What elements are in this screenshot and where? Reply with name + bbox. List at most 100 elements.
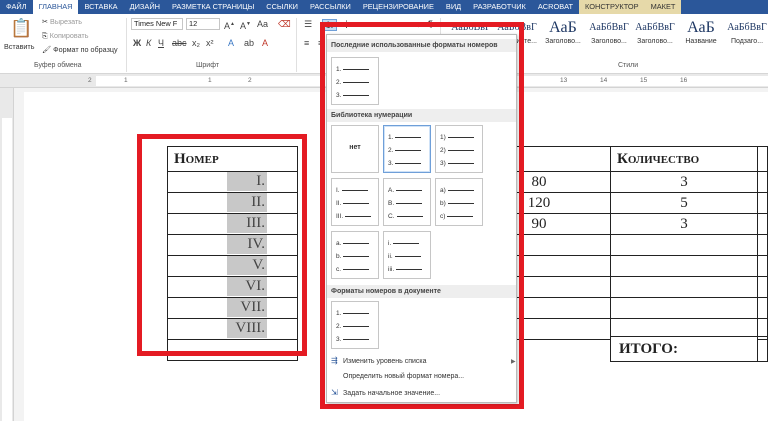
table-cell[interactable] <box>757 146 768 172</box>
none-label: нет <box>349 144 361 151</box>
style-item[interactable]: АаБ Название <box>678 18 724 60</box>
italic-icon[interactable]: К <box>146 38 151 48</box>
thumb-line: b) <box>440 200 474 207</box>
recent-format-thumb[interactable]: 1. 2. 3. <box>331 57 379 105</box>
list-marker: 2. <box>388 147 394 154</box>
list-marker: 1. <box>388 134 394 141</box>
ribbon-separator <box>126 18 127 72</box>
numbering-dropdown: Последние использованные форматы номеров… <box>326 34 517 403</box>
thumb-line: I. <box>336 187 368 194</box>
quantity-cell[interactable]: 5 <box>610 192 758 214</box>
style-item[interactable]: АаБбВвГ Заголово... <box>586 18 632 60</box>
change-list-level-item[interactable]: ⇶ Изменить уровень списка <box>331 355 427 367</box>
format-alpha-paren[interactable]: a) b) c) <box>435 178 483 226</box>
highlight-icon[interactable]: ab <box>244 38 254 48</box>
strikethrough-icon[interactable]: abc <box>172 38 187 48</box>
table-cell[interactable] <box>757 234 768 256</box>
thumb-line: III. <box>336 213 372 220</box>
format-alpha-upper[interactable]: A. B. C. <box>383 178 431 226</box>
tab-7[interactable]: РЕЦЕНЗИРОВАНИЕ <box>357 0 440 14</box>
tab-6[interactable]: РАССЫЛКИ <box>304 0 357 14</box>
table-cell[interactable] <box>610 234 758 256</box>
table-cell[interactable] <box>757 171 768 193</box>
list-marker: 3. <box>388 160 394 167</box>
tab-8[interactable]: ВИД <box>440 0 467 14</box>
set-start-value-item[interactable]: ⇲ Задать начальное значение... <box>331 387 440 399</box>
table-cell[interactable] <box>757 276 768 298</box>
table-cell[interactable] <box>610 276 758 298</box>
define-new-format-item[interactable]: Определить новый формат номера... <box>331 371 464 383</box>
style-name: Заголово... <box>637 38 673 45</box>
quantity-cell[interactable]: 3 <box>610 171 758 193</box>
format-arabic-dot[interactable]: 1. 2. 3. <box>383 125 431 173</box>
set-value-icon: ⇲ <box>331 388 338 397</box>
thumb-line: 1) <box>440 134 474 141</box>
format-painter-button[interactable]: 🖌 Формат по образцу <box>42 45 118 54</box>
font-size-input[interactable]: 12 <box>186 18 220 30</box>
list-marker: a. <box>336 240 342 247</box>
font-color-icon[interactable]: A <box>262 38 268 48</box>
format-roman-upper[interactable]: I. II. III. <box>331 178 379 226</box>
header-cell-quantity[interactable]: Количество <box>610 146 758 172</box>
tab-10[interactable]: ACROBAT <box>532 0 579 14</box>
style-item[interactable]: АаБбВвГ Подзаго... <box>724 18 768 60</box>
tab-2[interactable]: ВСТАВКА <box>78 0 123 14</box>
list-marker: iii. <box>388 266 395 273</box>
tab-0[interactable]: ФАЙЛ <box>0 0 33 14</box>
style-item[interactable]: АаБбВвГ Заголово... <box>632 18 678 60</box>
subscript-icon[interactable]: x₂ <box>192 38 200 48</box>
style-sample: АаБбВвГ <box>589 22 629 33</box>
cut-button[interactable]: ✂ Вырезать <box>42 17 82 26</box>
list-marker: 2. <box>336 79 342 86</box>
format-alpha-lower[interactable]: a. b. c. <box>331 231 379 279</box>
shrink-font-icon[interactable]: A▼ <box>240 19 251 31</box>
quantity-cell[interactable]: 3 <box>610 213 758 235</box>
align-left-icon[interactable]: ≡ <box>304 38 309 48</box>
text-effects-icon[interactable]: A <box>228 38 234 48</box>
font-name-input[interactable]: Times New F <box>131 18 183 30</box>
list-marker: II. <box>336 200 342 207</box>
total-label-cell[interactable]: ИТОГО: <box>610 336 758 362</box>
format-none[interactable]: нет <box>331 125 379 173</box>
clear-format-icon[interactable]: ⌫ <box>278 19 291 29</box>
format-arabic-paren[interactable]: 1) 2) 3) <box>435 125 483 173</box>
thumb-line: i. <box>388 240 420 247</box>
thumb-line: II. <box>336 200 370 207</box>
table-cell[interactable] <box>610 297 758 319</box>
tab-1[interactable]: ГЛАВНАЯ <box>32 0 79 14</box>
table-cell[interactable] <box>757 192 768 214</box>
change-case-icon[interactable]: Aa <box>257 19 268 29</box>
document-format-thumb[interactable]: 1. 2. 3. <box>331 301 379 349</box>
grow-font-icon[interactable]: A▲ <box>224 19 235 31</box>
tab-9[interactable]: РАЗРАБОТЧИК <box>467 0 532 14</box>
tab-12[interactable]: МАКЕТ <box>644 0 682 14</box>
thumb-line: a. <box>336 240 370 247</box>
list-marker: 3. <box>336 336 342 343</box>
bullets-icon[interactable]: ☰ <box>304 19 312 29</box>
thumb-line: c. <box>336 266 370 273</box>
styles-group-label: Стили <box>618 62 639 69</box>
paste-icon[interactable]: 📋 <box>10 18 32 38</box>
tab-3[interactable]: ДИЗАЙН <box>124 0 166 14</box>
copy-button[interactable]: ⎘ Копировать <box>42 31 88 41</box>
format-roman-lower[interactable]: i. ii. iii. <box>383 231 431 279</box>
vertical-ruler[interactable] <box>0 88 14 421</box>
brush-icon: 🖌 <box>42 45 52 54</box>
recent-formats-header: Последние использованные форматы номеров <box>327 39 516 52</box>
tab-5[interactable]: ССЫЛКИ <box>260 0 304 14</box>
highlight-frame-table-column <box>137 134 307 356</box>
bold-icon[interactable]: Ж <box>133 38 141 48</box>
thumb-line: A. <box>388 187 423 194</box>
tab-11[interactable]: КОНСТРУКТОР <box>579 0 645 14</box>
table-cell[interactable] <box>757 336 768 362</box>
ruler-mark: 2 <box>88 77 92 84</box>
table-cell[interactable] <box>757 255 768 277</box>
table-cell[interactable] <box>757 297 768 319</box>
style-item[interactable]: АаБ Заголово... <box>540 18 586 60</box>
underline-icon[interactable]: Ч <box>158 38 164 48</box>
superscript-icon[interactable]: x² <box>206 38 214 48</box>
paste-button[interactable]: Вставить <box>4 42 34 51</box>
table-cell[interactable] <box>610 255 758 277</box>
table-cell[interactable] <box>757 213 768 235</box>
tab-4[interactable]: РАЗМЕТКА СТРАНИЦЫ <box>166 0 260 14</box>
